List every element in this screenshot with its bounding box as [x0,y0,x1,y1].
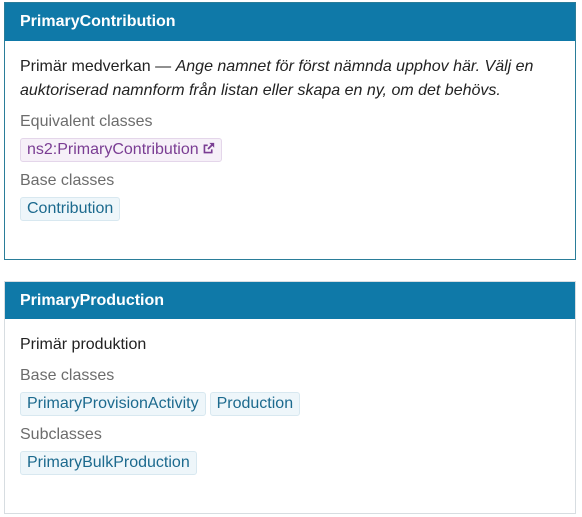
base-classes-label: Base classes [20,172,115,189]
equivalent-classes-label: Equivalent classes [20,113,153,130]
card-title: PrimaryContribution [5,3,575,41]
base-class-link[interactable]: PrimaryProvisionActivity [20,392,206,416]
external-link-icon [203,142,214,154]
subclass-link[interactable]: PrimaryBulkProduction [20,451,197,475]
subclasses-label: Subclasses [20,426,102,443]
class-description: Primär medverkan — Ange namnet för först… [20,55,560,103]
equivalent-class-link[interactable]: ns2:PrimaryContribution [20,138,222,162]
base-class-link[interactable]: Production [209,392,301,416]
description-separator: — [150,58,176,75]
base-class-link[interactable]: Contribution [20,197,121,221]
class-card-primary-contribution: PrimaryContribution Primär medverkan — A… [4,2,576,260]
description-label: Primär medverkan [20,58,151,75]
base-classes-label: Base classes [20,367,115,384]
card-title: PrimaryProduction [5,282,575,319]
class-card-primary-production: PrimaryProduction Primär produktion Base… [4,281,576,514]
class-description: Primär produktion [20,336,147,353]
equivalent-class-text: ns2:PrimaryContribution [27,141,199,158]
